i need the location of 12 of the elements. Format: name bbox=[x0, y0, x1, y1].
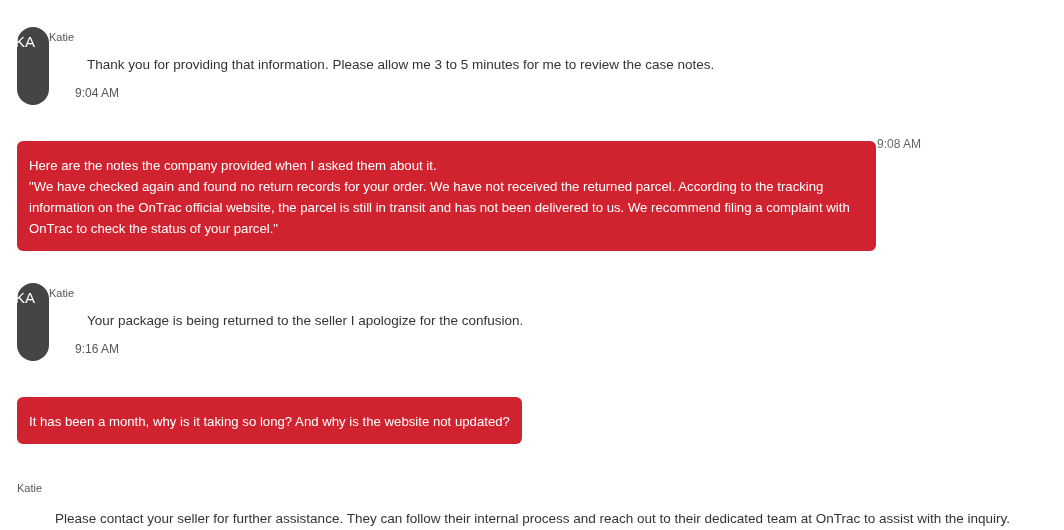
message-time: 9:16 AM bbox=[75, 342, 120, 356]
sender-name: Katie bbox=[17, 482, 43, 494]
sender-name: Katie bbox=[49, 287, 75, 299]
message-text: Please contact your seller for further assistance. They can follow their internal process and reach out to their dedicated team at OnTrac to assist with the inquiry. bbox=[55, 511, 1010, 526]
message-time: 9:04 AM bbox=[75, 86, 120, 100]
sender-name: Katie bbox=[49, 31, 75, 43]
message-text: "We have checked again and found no return records for your order. We have not received the returned parcel. According to the tracking information on the OnTrac official website, the parcel is still in transit and has not been delivered to us. We recommend filing a complaint with OnTrac to check the status of your parcel." bbox=[29, 178, 851, 238]
message-text: Here are the notes the company provided when I asked them about it. bbox=[29, 157, 438, 175]
message-text: Your package is being returned to the seller I apologize for the confusion. bbox=[87, 313, 524, 328]
message-text: It has been a month, why is it taking so long? And why is the website not updated? bbox=[29, 413, 510, 431]
message-time: 9:08 AM bbox=[877, 137, 922, 151]
message-text: Thank you for providing that information. Please allow me 3 to 5 minutes for me to review the case notes. bbox=[87, 57, 715, 72]
